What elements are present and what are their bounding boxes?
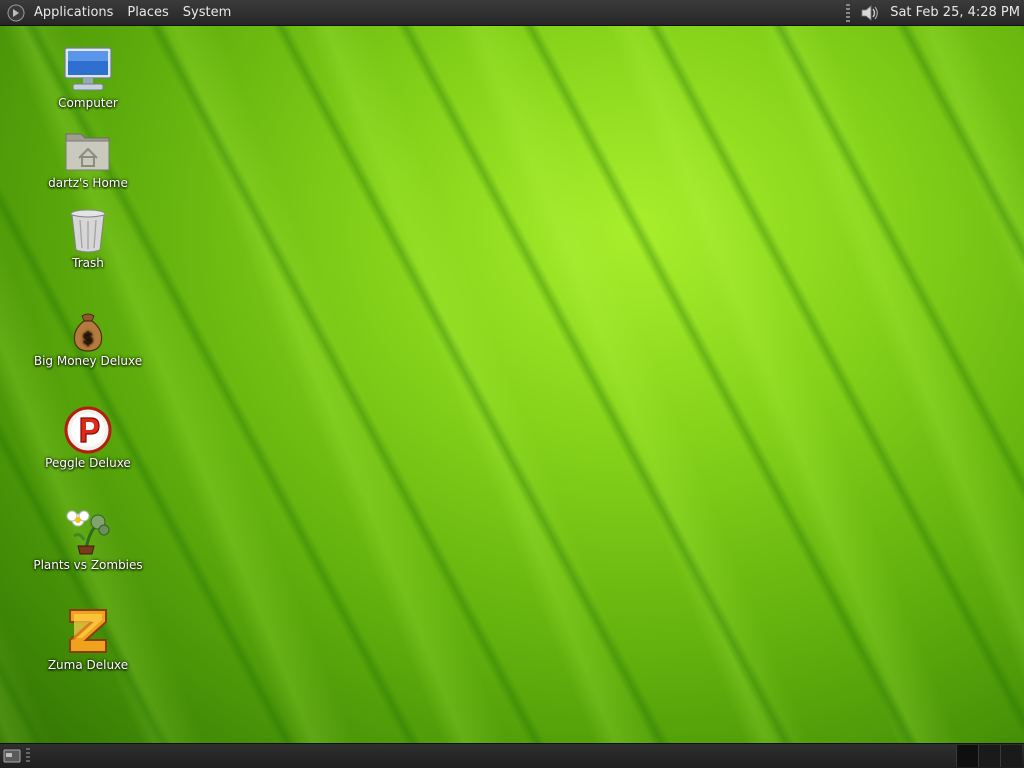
money-bag-icon: $ [73,313,103,352]
trash-icon [70,209,106,253]
desktop-icon-label: Computer [58,96,118,110]
top-panel: Applications Places System Sat Feb 25, 4… [0,0,1024,26]
workspace-1[interactable] [956,745,978,767]
speaker-icon[interactable] [858,2,880,24]
desktop-icon-label: Big Money Deluxe [33,354,143,368]
bottom-panel [0,743,1024,768]
show-desktop-icon[interactable] [3,748,21,764]
desktop-icon-label: Zuma Deluxe [47,658,129,672]
desktop-icon-home[interactable]: dartz's Home [28,128,148,190]
desktop[interactable]: Applications Places System Sat Feb 25, 4… [0,0,1024,768]
workspace-switcher [956,745,1022,767]
desktop-icon-plants-vs-zombies[interactable]: Plants vs Zombies [28,506,148,572]
desktop-icon-zuma[interactable]: Zuma Deluxe [28,606,148,672]
places-menu[interactable]: Places [120,0,175,25]
home-folder-icon [65,133,110,171]
desktop-icon-big-money[interactable]: $ Big Money Deluxe [28,310,148,368]
plants-vs-zombies-icon [66,510,110,555]
panel-tray: Sat Feb 25, 4:28 PM [846,0,1024,25]
panel-grip[interactable] [846,3,851,22]
desktop-icon-label: Peggle Deluxe [45,456,131,470]
applications-menu[interactable]: Applications [27,0,120,25]
clock[interactable]: Sat Feb 25, 4:28 PM [886,5,1024,20]
desktop-icon-peggle[interactable]: Peggle Deluxe [28,406,148,470]
desktop-icon-label: dartz's Home [48,176,128,190]
desktop-icon-label: Plants vs Zombies [33,558,143,572]
workspace-3[interactable] [1000,745,1022,767]
computer-icon [64,47,112,91]
svg-text:$: $ [82,328,93,347]
panel-grip[interactable] [26,748,30,764]
desktop-icon-label: Trash [72,256,104,270]
system-menu[interactable]: System [176,0,238,25]
desktop-icon-trash[interactable]: Trash [28,208,148,270]
zuma-icon [69,609,107,653]
gnome-foot-icon[interactable] [7,4,25,22]
peggle-icon [64,406,112,454]
desktop-icon-computer[interactable]: Computer [28,46,148,110]
workspace-2[interactable] [978,745,1000,767]
